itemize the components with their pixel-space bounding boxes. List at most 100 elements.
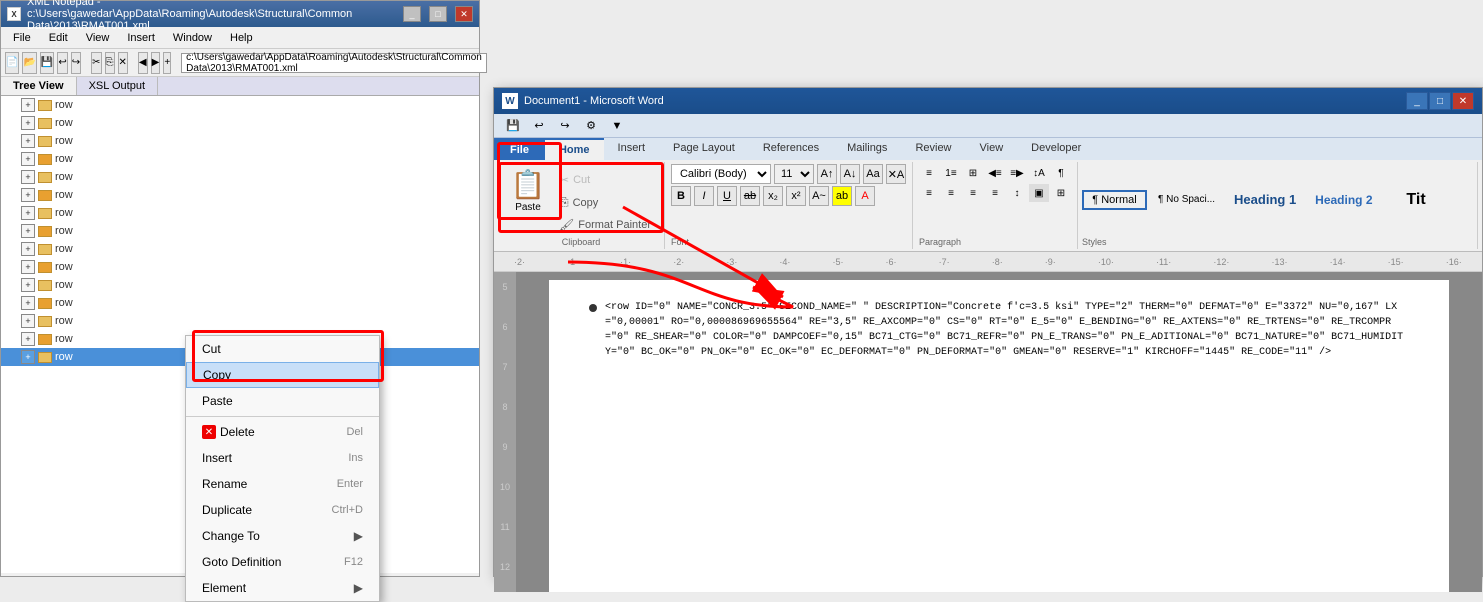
tree-expander[interactable]: + xyxy=(21,170,35,184)
qat-save[interactable]: 💾 xyxy=(502,116,524,136)
align-left-button[interactable]: ≡ xyxy=(919,184,939,202)
tree-expander[interactable]: + xyxy=(21,332,35,346)
numbering-button[interactable]: 1≡ xyxy=(941,164,961,182)
increase-indent-button[interactable]: ≡▶ xyxy=(1007,164,1027,182)
paste-button[interactable]: 📋 Paste xyxy=(506,164,550,217)
tree-row[interactable]: + row xyxy=(1,186,479,204)
justify-button[interactable]: ≡ xyxy=(985,184,1005,202)
tree-expander[interactable]: + xyxy=(21,134,35,148)
ctx-change-to[interactable]: Change To ▶ xyxy=(186,523,379,549)
redo-button[interactable]: ↪ xyxy=(71,52,81,74)
maximize-button[interactable]: □ xyxy=(429,6,447,22)
tree-expander[interactable]: + xyxy=(21,278,35,292)
grow-font-button[interactable]: A↑ xyxy=(817,164,837,184)
format-painter-button[interactable]: 🖌 Format Painter xyxy=(554,215,656,235)
expand-button[interactable]: + xyxy=(163,52,171,74)
ctx-duplicate[interactable]: Duplicate Ctrl+D xyxy=(186,497,379,523)
align-right-button[interactable]: ≡ xyxy=(963,184,983,202)
shading-button[interactable]: ▣ xyxy=(1029,184,1049,202)
copy-toolbar-button[interactable]: ⎘ xyxy=(105,52,115,74)
undo-button[interactable]: ↩ xyxy=(57,52,67,74)
underline-button[interactable]: U xyxy=(717,186,737,206)
highlight-button[interactable]: ab xyxy=(832,186,852,206)
tree-row[interactable]: + row xyxy=(1,258,479,276)
tree-row[interactable]: + row xyxy=(1,204,479,222)
tree-row[interactable]: + row xyxy=(1,114,479,132)
tree-row[interactable]: + row xyxy=(1,312,479,330)
font-size-select[interactable]: 11 xyxy=(774,164,814,184)
cut-button[interactable]: ✂ Cut xyxy=(554,170,656,190)
style-title[interactable]: Tit xyxy=(1384,187,1449,213)
font-color-button[interactable]: A xyxy=(855,186,875,206)
sort-button[interactable]: ↕A xyxy=(1029,164,1049,182)
line-spacing-button[interactable]: ↕ xyxy=(1007,184,1027,202)
menu-view[interactable]: View xyxy=(78,30,118,46)
menu-insert[interactable]: Insert xyxy=(119,30,163,46)
minimize-button[interactable]: _ xyxy=(403,6,421,22)
tree-expander[interactable]: + xyxy=(21,224,35,238)
close-button[interactable]: ✕ xyxy=(455,6,473,22)
indent-button[interactable]: ▶ xyxy=(151,52,161,74)
style-no-spacing[interactable]: ¶ No Spaci... xyxy=(1150,190,1223,209)
subscript-button[interactable]: x₂ xyxy=(763,186,783,206)
tree-expander[interactable]: + xyxy=(21,188,35,202)
tree-row[interactable]: + row xyxy=(1,168,479,186)
clear-format-button[interactable]: ✕A xyxy=(886,164,906,184)
style-normal[interactable]: ¶ Normal xyxy=(1082,190,1147,210)
tab-tree-view[interactable]: Tree View xyxy=(1,77,77,95)
tree-row[interactable]: + row xyxy=(1,222,479,240)
tree-expander[interactable]: + xyxy=(21,98,35,112)
tree-row[interactable]: + row xyxy=(1,276,479,294)
italic-button[interactable]: I xyxy=(694,186,714,206)
ctx-goto-definition[interactable]: Goto Definition F12 xyxy=(186,549,379,575)
qat-redo[interactable]: ↪ xyxy=(554,116,576,136)
menu-file[interactable]: File xyxy=(5,30,39,46)
bullets-button[interactable]: ≡ xyxy=(919,164,939,182)
style-heading2[interactable]: Heading 2 xyxy=(1307,189,1380,211)
ribbon-tab-references[interactable]: References xyxy=(749,138,833,160)
open-button[interactable]: 📂 xyxy=(22,52,36,74)
word-minimize-button[interactable]: _ xyxy=(1406,92,1428,110)
save-button[interactable]: 💾 xyxy=(40,52,54,74)
ctx-copy[interactable]: Copy xyxy=(186,362,379,388)
ctx-insert[interactable]: Insert Ins xyxy=(186,445,379,471)
word-document-area[interactable]: 5 6 7 8 9 10 11 12 <row ID="0" NAME="CON… xyxy=(494,272,1482,592)
strikethrough-button[interactable]: ab xyxy=(740,186,760,206)
menu-edit[interactable]: Edit xyxy=(41,30,76,46)
word-close-button[interactable]: ✕ xyxy=(1452,92,1474,110)
word-page[interactable]: <row ID="0" NAME="CONCR_3.5" SECOND_NAME… xyxy=(549,280,1449,592)
tree-expander[interactable]: + xyxy=(21,152,35,166)
new-button[interactable]: 📄 xyxy=(5,52,19,74)
tree-row[interactable]: + row xyxy=(1,96,479,114)
qat-undo[interactable]: ↩ xyxy=(528,116,550,136)
bold-button[interactable]: B xyxy=(671,186,691,206)
show-formatting-button[interactable]: ¶ xyxy=(1051,164,1071,182)
ribbon-tab-developer[interactable]: Developer xyxy=(1017,138,1095,160)
tree-row[interactable]: + row xyxy=(1,150,479,168)
multilevel-button[interactable]: ⊞ xyxy=(963,164,983,182)
ribbon-tab-home[interactable]: Home xyxy=(545,138,604,160)
tree-expander[interactable]: + xyxy=(21,350,35,364)
ctx-rename[interactable]: Rename Enter xyxy=(186,471,379,497)
tree-expander[interactable]: + xyxy=(21,206,35,220)
ribbon-tab-insert[interactable]: Insert xyxy=(604,138,660,160)
outdent-button[interactable]: ◀ xyxy=(138,52,148,74)
tree-expander[interactable]: + xyxy=(21,314,35,328)
tab-xsl-output[interactable]: XSL Output xyxy=(77,77,158,95)
delete-toolbar-button[interactable]: ✕ xyxy=(118,52,128,74)
text-effects-button[interactable]: A~ xyxy=(809,186,829,206)
shrink-font-button[interactable]: A↓ xyxy=(840,164,860,184)
superscript-button[interactable]: x² xyxy=(786,186,806,206)
ctx-delete[interactable]: ✕ Delete Del xyxy=(186,419,379,445)
decrease-indent-button[interactable]: ◀≡ xyxy=(985,164,1005,182)
tree-expander[interactable]: + xyxy=(21,242,35,256)
qat-settings[interactable]: ⚙ xyxy=(580,116,602,136)
ctx-cut[interactable]: Cut xyxy=(186,336,379,362)
ribbon-tab-review[interactable]: Review xyxy=(901,138,965,160)
tree-expander[interactable]: + xyxy=(21,296,35,310)
font-family-select[interactable]: Calibri (Body) xyxy=(671,164,771,184)
ribbon-tab-view[interactable]: View xyxy=(966,138,1018,160)
change-case-button[interactable]: Aa xyxy=(863,164,883,184)
tree-row[interactable]: + row xyxy=(1,240,479,258)
ctx-paste[interactable]: Paste xyxy=(186,388,379,414)
